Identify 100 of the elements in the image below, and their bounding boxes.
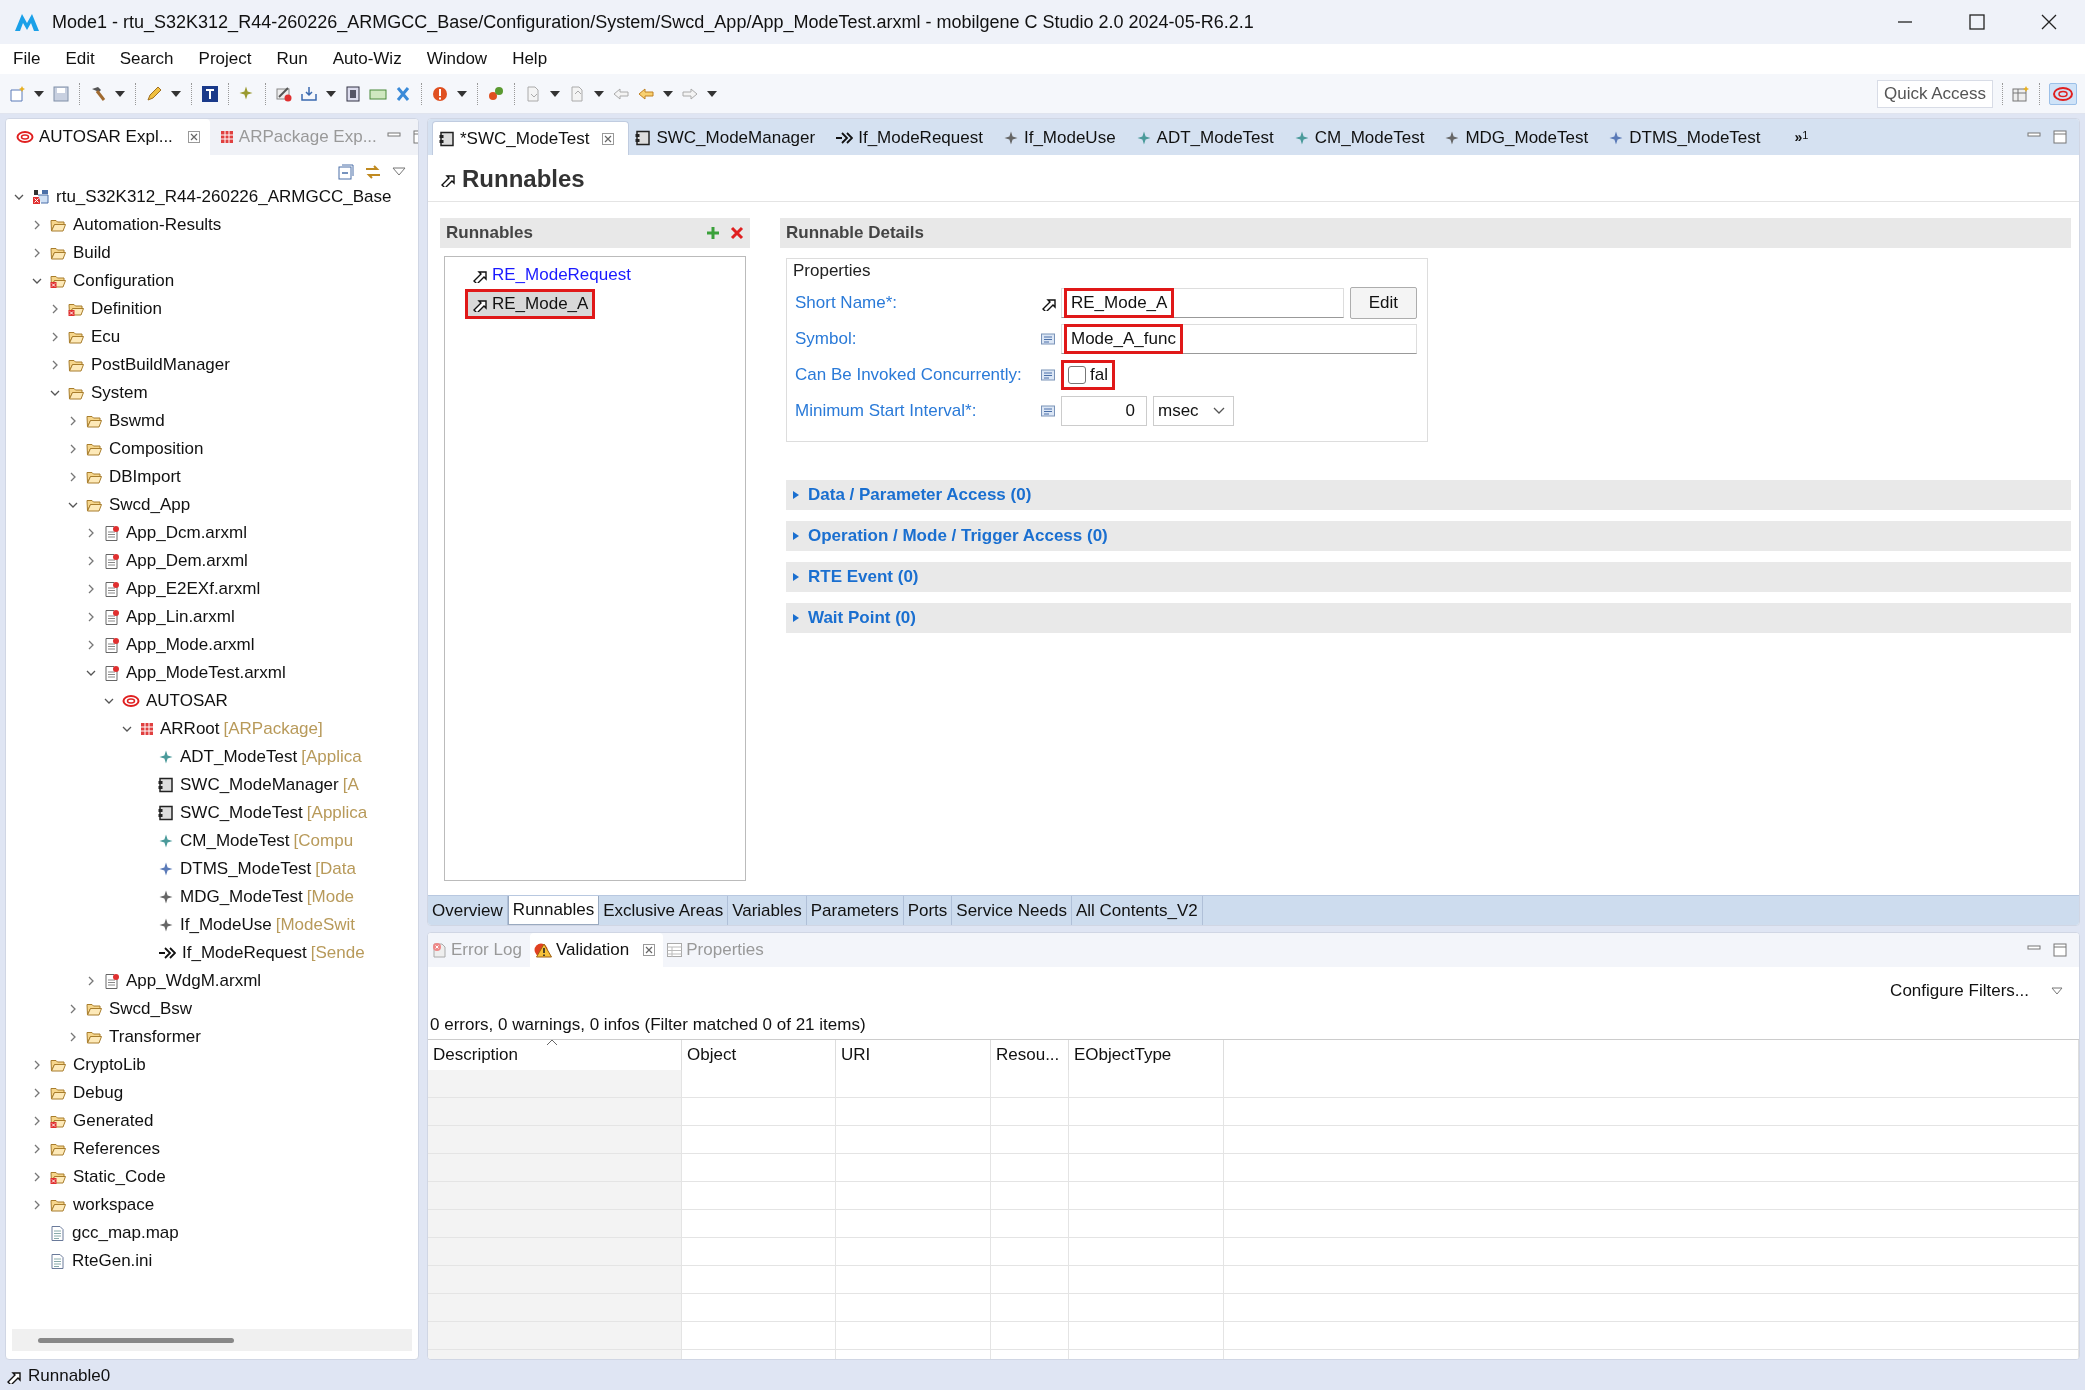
tree-item[interactable]: MDG_ModeTest — [180, 887, 303, 907]
section-header[interactable]: Wait Point (0) — [786, 603, 2071, 633]
tree-item[interactable]: If_ModeUse — [180, 915, 272, 935]
tree-item[interactable]: App_WdgM.arxml — [126, 971, 262, 991]
tab[interactable]: CM_ModeTest — [1287, 121, 1439, 155]
tree-item[interactable]: Bswmd — [109, 411, 165, 431]
page-tab[interactable]: Service Needs — [952, 896, 1072, 925]
warning-icon[interactable] — [431, 84, 449, 103]
close-icon[interactable] — [187, 131, 200, 143]
edit-icon[interactable] — [275, 84, 293, 103]
page-tab[interactable]: Runnables — [507, 896, 600, 925]
tree-item[interactable]: ADT_ModeTest — [180, 747, 298, 767]
tree-item[interactable]: Swcd_Bsw — [109, 999, 193, 1019]
menu-item[interactable]: Search — [111, 49, 182, 69]
open-perspective-icon[interactable] — [2012, 84, 2030, 103]
view-menu-icon[interactable] — [392, 167, 406, 177]
tree-item[interactable]: SWC_ModeManager — [180, 775, 339, 795]
section-header[interactable]: Data / Parameter Access (0) — [786, 480, 2071, 510]
dropdown-caret-icon[interactable] — [662, 89, 674, 98]
tree-item[interactable]: Generated — [73, 1111, 154, 1131]
tab[interactable]: If_ModeRequest — [829, 121, 997, 155]
section-header[interactable]: RTE Event (0) — [786, 562, 2071, 592]
page-tab[interactable]: Ports — [903, 896, 953, 925]
tree-item[interactable]: Static_Code — [73, 1167, 166, 1187]
tree-item[interactable]: App_Lin.arxml — [126, 607, 235, 627]
page-tab[interactable]: Parameters — [806, 896, 904, 925]
tab[interactable]: ADT_ModeTest — [1129, 121, 1288, 155]
perspective-button[interactable] — [2049, 82, 2077, 105]
tree-item[interactable]: App_Dcm.arxml — [126, 523, 247, 543]
runnable-item[interactable]: RE_Mode_A — [465, 289, 596, 319]
tree-item[interactable]: ARRoot — [160, 719, 220, 739]
minimize-icon[interactable] — [2027, 943, 2041, 953]
menu-item[interactable]: Project — [190, 49, 260, 69]
tree-item[interactable]: RteGen.ini — [72, 1251, 153, 1271]
unit-dropdown[interactable]: msec — [1153, 396, 1234, 426]
pencil-icon[interactable] — [145, 84, 163, 103]
collapse-all-icon[interactable] — [338, 164, 354, 180]
quick-access-field[interactable]: Quick Access — [1876, 79, 1993, 108]
tree-item[interactable]: CryptoLib — [73, 1055, 146, 1075]
tab[interactable]: Validation — [529, 933, 664, 967]
close-icon[interactable] — [602, 132, 615, 145]
add-icon[interactable] — [706, 226, 720, 240]
import-icon[interactable] — [300, 84, 318, 103]
tree-item[interactable]: Ecu — [91, 327, 121, 347]
dropdown-caret-icon[interactable] — [33, 89, 45, 98]
number-field[interactable]: 0 — [1061, 396, 1147, 426]
runnable-item[interactable]: RE_ModeRequest — [465, 261, 638, 289]
menu-item[interactable]: Edit — [57, 49, 103, 69]
page-tab[interactable]: Exclusive Areas — [599, 896, 729, 925]
page-tab[interactable]: All Contents_V2 — [1071, 896, 1203, 925]
tree-item[interactable]: CM_ModeTest — [180, 831, 290, 851]
configure-filters-link[interactable]: Configure Filters... — [1890, 981, 2029, 1001]
text-icon[interactable] — [201, 84, 219, 103]
dropdown-caret-icon[interactable] — [549, 89, 561, 98]
maximize-icon[interactable] — [2053, 130, 2067, 144]
tree-item[interactable]: App_Mode.arxml — [126, 635, 255, 655]
tree-item[interactable]: Definition — [91, 299, 162, 319]
menu-item[interactable]: Window — [418, 49, 496, 69]
tree-item[interactable]: workspace — [73, 1195, 155, 1215]
tab[interactable]: DTMS_ModeTest — [1602, 121, 1775, 155]
minimize-icon[interactable] — [2027, 130, 2041, 140]
edit-button[interactable]: Edit — [1349, 287, 1417, 319]
tree-item[interactable]: DBImport — [109, 467, 181, 487]
link-icon[interactable] — [364, 164, 382, 180]
minimize-icon[interactable] — [386, 130, 401, 140]
maximize-icon[interactable] — [2053, 943, 2067, 957]
menu-item[interactable]: File — [5, 49, 49, 69]
tree-item[interactable]: App_ModeTest.arxml — [126, 663, 286, 683]
text-field[interactable]: Mode_A_func — [1061, 324, 1417, 354]
delete-icon[interactable] — [730, 226, 744, 240]
tree-item[interactable]: PostBuildManager — [91, 355, 230, 375]
tree-item[interactable]: Swcd_App — [109, 495, 191, 515]
close-icon[interactable] — [643, 944, 656, 956]
menu-item[interactable]: Run — [268, 49, 316, 69]
dropdown-caret-icon[interactable] — [706, 89, 718, 98]
tab[interactable]: MDG_ModeTest — [1438, 121, 1603, 155]
tab[interactable]: *SWC_ModeTest — [432, 121, 630, 155]
tree-item[interactable]: Composition — [109, 439, 204, 459]
tree-item[interactable]: gcc_map.map — [72, 1223, 179, 1243]
section-header[interactable]: Operation / Mode / Trigger Access (0) — [786, 521, 2071, 551]
tab[interactable]: SWC_ModeManager — [629, 121, 830, 155]
menu-item[interactable]: Help — [504, 49, 556, 69]
cross-tool-icon[interactable] — [394, 84, 412, 103]
tree-item[interactable]: Transformer — [109, 1027, 201, 1047]
tree-item[interactable]: System — [91, 383, 148, 403]
tree-item[interactable]: rtu_S32K312_R44-260226_ARMGCC_Base — [56, 187, 392, 207]
checkbox[interactable] — [1068, 366, 1086, 384]
tree-item[interactable]: SWC_ModeTest — [180, 803, 303, 823]
close-button[interactable] — [2039, 12, 2059, 32]
tree-item[interactable]: References — [73, 1139, 160, 1159]
tree-item[interactable]: App_E2EXf.arxml — [126, 579, 261, 599]
tree-item[interactable]: Debug — [73, 1083, 124, 1103]
dropdown-caret-icon[interactable] — [593, 89, 605, 98]
page-tab[interactable]: Overview — [428, 896, 508, 925]
horizontal-scrollbar[interactable] — [12, 1329, 412, 1351]
tree-item[interactable]: App_Dem.arxml — [126, 551, 248, 571]
menu-item[interactable]: Auto-Wiz — [324, 49, 410, 69]
tree-item[interactable]: Automation-Results — [73, 215, 222, 235]
gears-icon[interactable] — [487, 84, 505, 103]
dropdown-caret-icon[interactable] — [170, 89, 182, 98]
